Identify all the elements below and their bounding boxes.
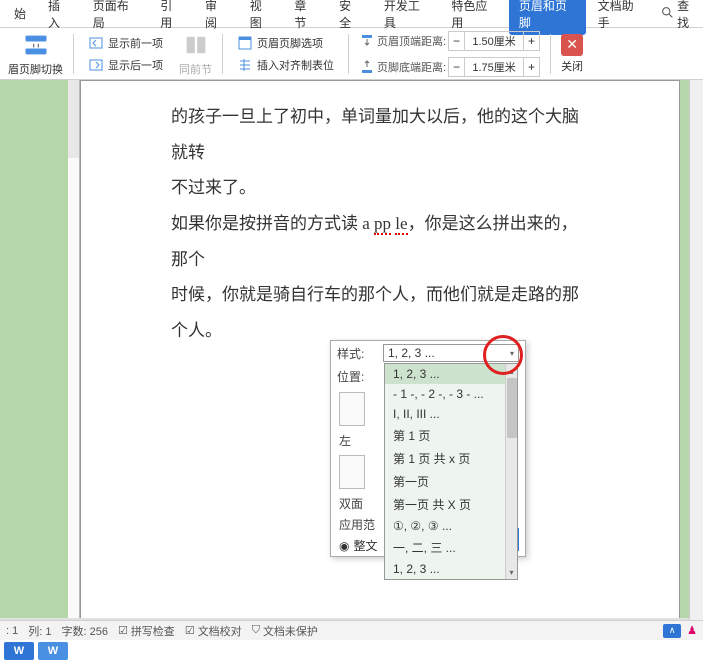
tab-view[interactable]: 视图 (240, 0, 283, 35)
scroll-up-icon[interactable]: ▴ (506, 364, 517, 378)
style-label: 样式: (337, 345, 379, 362)
dropdown-item-6[interactable]: 第一页 共 X 页 (385, 493, 517, 516)
spell-check-status[interactable]: ☑ 拼写检查 (118, 623, 175, 639)
footer-dist-icon (359, 59, 375, 75)
hf-options-button[interactable]: 页眉页脚选项 (233, 33, 327, 53)
column-position[interactable]: 列: 1 (28, 623, 51, 639)
close-icon: ✕ (561, 34, 583, 56)
switch-icon (22, 31, 50, 59)
tab-header-footer[interactable]: 页眉和页脚 (509, 0, 586, 35)
tab-doc-assistant[interactable]: 文档助手 (588, 0, 653, 35)
show-next-button[interactable]: 显示后一项 (84, 55, 167, 75)
scroll-top-button[interactable]: ∧ (663, 624, 681, 638)
footer-dist-plus[interactable]: + (523, 58, 539, 76)
show-prev-button[interactable]: 显示前一项 (84, 33, 167, 53)
page-content[interactable]: 的孩子一旦上了初中，单词量加大以后，他的这个大脑就转 不过来了。 如果你是按拼音… (81, 81, 679, 359)
header-dist-plus[interactable]: + (523, 32, 539, 50)
dropdown-item-3[interactable]: 第 1 页 (385, 424, 517, 447)
ribbon-tabs: 始 插入 页面布局 引用 审阅 视图 章节 安全 开发工具 特色应用 页眉和页脚… (0, 0, 703, 28)
search-button[interactable]: 查找 (661, 0, 699, 31)
dropdown-item-9[interactable]: 1, 2, 3 ... (385, 559, 517, 579)
ruler-vertical[interactable] (68, 80, 80, 618)
dropdown-item-1[interactable]: - 1 -, - 2 -, - 3 - ... (385, 384, 517, 404)
spell-check-icon: ☑ (118, 624, 128, 637)
page-number-settings-popup: 样式: 1, 2, 3 ... ▾ 1, 2, 3 ... - 1 -, - 2… (330, 340, 526, 557)
tab-chapter[interactable]: 章节 (284, 0, 327, 35)
task-app-2[interactable]: W (38, 642, 68, 660)
status-bar: : 1 列: 1 字数: 256 ☑ 拼写检查 ☑ 文档校对 ⛉ 文档未保护 ∧… (0, 620, 703, 640)
footer-dist-spinner[interactable]: − 1.75厘米 + (448, 57, 540, 77)
tab-insert[interactable]: 插入 (38, 0, 81, 35)
user-icon[interactable]: ♟ (687, 624, 697, 638)
footer-dist-minus[interactable]: − (449, 58, 465, 76)
hf-options-icon (237, 35, 253, 51)
header-dist-label: 页眉顶端距离: (377, 33, 446, 49)
taskbar: W W (0, 640, 703, 662)
style-dropdown-list: 1, 2, 3 ... - 1 -, - 2 -, - 3 - ... I, I… (384, 363, 518, 580)
radio-icon: ◉ (339, 539, 349, 553)
same-section-icon (182, 31, 210, 59)
doc-proof-status[interactable]: ☑ 文档校对 (185, 623, 242, 639)
page-position[interactable]: : 1 (6, 625, 18, 637)
footer-dist-value: 1.75厘米 (465, 59, 523, 75)
dropdown-item-0[interactable]: 1, 2, 3 ... (385, 364, 517, 384)
header-footer-toolbar: 眉页脚切换 显示前一项 显示后一项 同前节 页眉页脚选项 插入对齐制表位 页眉顶… (0, 28, 703, 80)
switch-label: 眉页脚切换 (8, 61, 63, 77)
prev-icon (88, 35, 104, 51)
align-tab-icon (237, 57, 253, 73)
protection-status[interactable]: ⛉ 文档未保护 (252, 623, 318, 639)
dropdown-arrow-icon: ▾ (510, 349, 514, 358)
same-section-button: 同前节 (175, 31, 216, 77)
dropdown-item-7[interactable]: ①, ②, ③ ... (385, 516, 517, 536)
tab-layout[interactable]: 页面布局 (83, 0, 148, 35)
header-dist-spinner[interactable]: − 1.50厘米 + (448, 31, 540, 51)
misspell-1: pp (374, 214, 391, 235)
search-icon (661, 6, 674, 22)
dropdown-item-8[interactable]: 一, 二, 三 ... (385, 536, 517, 559)
style-select[interactable]: 1, 2, 3 ... ▾ 1, 2, 3 ... - 1 -, - 2 -, … (383, 344, 519, 362)
preview-2a[interactable] (339, 455, 365, 489)
dropdown-item-2[interactable]: I, II, III ... (385, 404, 517, 424)
preview-1[interactable] (339, 392, 365, 426)
footer-dist-label: 页脚底端距离: (377, 59, 446, 75)
doc-proof-icon: ☑ (185, 624, 195, 637)
position-label: 位置: (337, 368, 379, 385)
tab-features[interactable]: 特色应用 (441, 0, 506, 35)
switch-group[interactable]: 眉页脚切换 (4, 31, 67, 77)
vertical-scrollbar[interactable] (689, 80, 703, 620)
dropdown-item-4[interactable]: 第 1 页 共 x 页 (385, 447, 517, 470)
header-dist-icon (359, 33, 375, 49)
tab-devtools[interactable]: 开发工具 (374, 0, 439, 35)
word-count[interactable]: 字数: 256 (61, 623, 107, 639)
scroll-thumb[interactable] (507, 378, 517, 438)
dropdown-item-5[interactable]: 第一页 (385, 470, 517, 493)
header-dist-value: 1.50厘米 (465, 33, 523, 49)
header-dist-minus[interactable]: − (449, 32, 465, 50)
dropdown-scrollbar[interactable]: ▴ ▾ (505, 364, 517, 579)
search-label: 查找 (677, 0, 699, 31)
insert-align-button[interactable]: 插入对齐制表位 (233, 55, 338, 75)
next-icon (88, 57, 104, 73)
close-hf-button[interactable]: ✕ 关闭 (557, 34, 587, 74)
shield-icon: ⛉ (252, 624, 260, 637)
tab-reference[interactable]: 引用 (150, 0, 193, 35)
tab-start[interactable]: 始 (4, 1, 36, 26)
misspell-2: le (395, 214, 407, 235)
tab-security[interactable]: 安全 (329, 0, 372, 35)
task-app-1[interactable]: W (4, 642, 34, 660)
scroll-down-icon[interactable]: ▾ (506, 565, 517, 579)
tab-review[interactable]: 审阅 (195, 0, 238, 35)
